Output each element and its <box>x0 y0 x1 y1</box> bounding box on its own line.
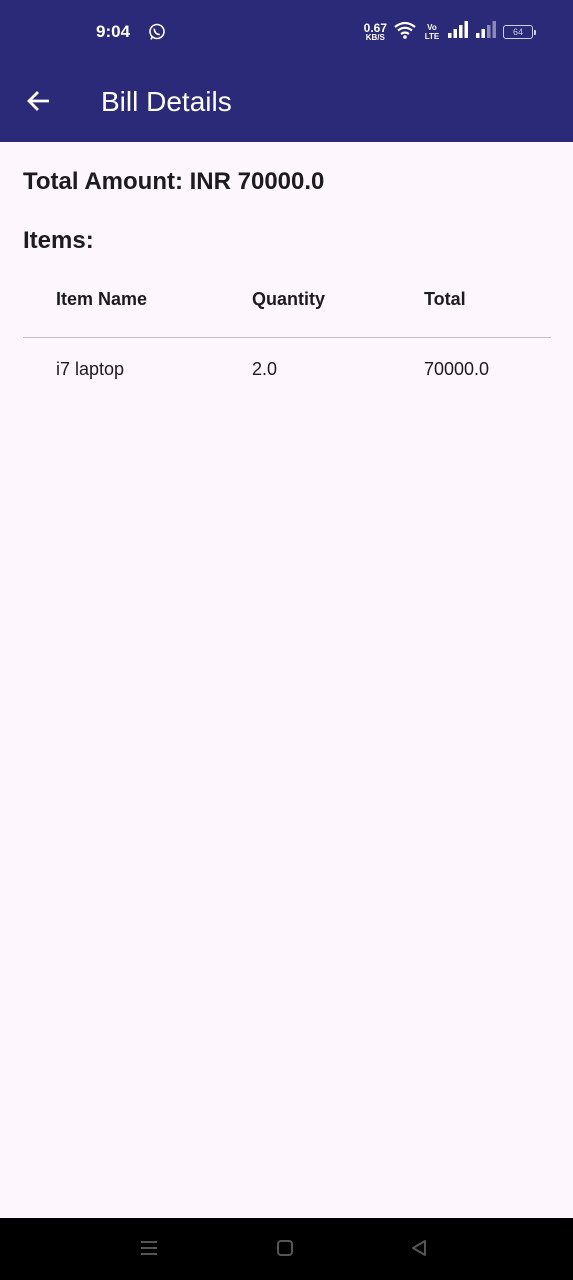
volte-icon: Vo LTE <box>424 23 440 41</box>
back-triangle-icon <box>409 1238 429 1263</box>
battery-level: 64 <box>512 27 523 37</box>
signal-icon <box>447 20 469 44</box>
column-header-item-name: Item Name <box>56 289 148 309</box>
table-header: Item Name Quantity Total <box>23 270 551 338</box>
app-bar: Bill Details <box>0 64 573 142</box>
whatsapp-icon <box>148 23 166 41</box>
home-icon <box>275 1238 295 1263</box>
system-back-button[interactable] <box>407 1238 431 1262</box>
home-button[interactable] <box>273 1238 297 1262</box>
network-speed-unit: KB/S <box>365 33 385 42</box>
cell-quantity: 2.0 <box>252 359 278 379</box>
column-header-quantity: Quantity <box>252 289 326 309</box>
menu-button[interactable] <box>137 1238 161 1262</box>
column-header-total: Total <box>424 289 466 309</box>
battery-icon: 64 <box>503 25 536 39</box>
cell-total: 70000.0 <box>424 359 490 379</box>
status-time: 9:04 <box>96 22 131 41</box>
signal-icon <box>475 20 497 44</box>
wifi-icon <box>393 20 417 45</box>
status-icons: 0.67 KB/S Vo LTE 64 <box>364 20 536 45</box>
items-table: Item Name Quantity Total i7 laptop 2.0 7… <box>23 270 551 404</box>
bill-details-content: Total Amount: INR 70000.0 Items: Item Na… <box>0 142 573 1218</box>
back-button[interactable] <box>16 80 62 126</box>
table-row: i7 laptop 2.0 70000.0 <box>23 338 551 404</box>
system-nav-bar <box>0 1218 573 1280</box>
page-title: Bill Details <box>101 86 232 117</box>
status-bar: 9:04 0.67 KB/S Vo LTE 64 <box>0 0 573 64</box>
arrow-back-icon <box>26 88 52 119</box>
network-speed: 0.67 KB/S <box>364 22 387 42</box>
items-heading: Items: <box>23 227 94 254</box>
total-amount: Total Amount: INR 70000.0 <box>23 168 325 195</box>
menu-icon <box>139 1239 159 1262</box>
cell-item-name: i7 laptop <box>56 359 125 379</box>
